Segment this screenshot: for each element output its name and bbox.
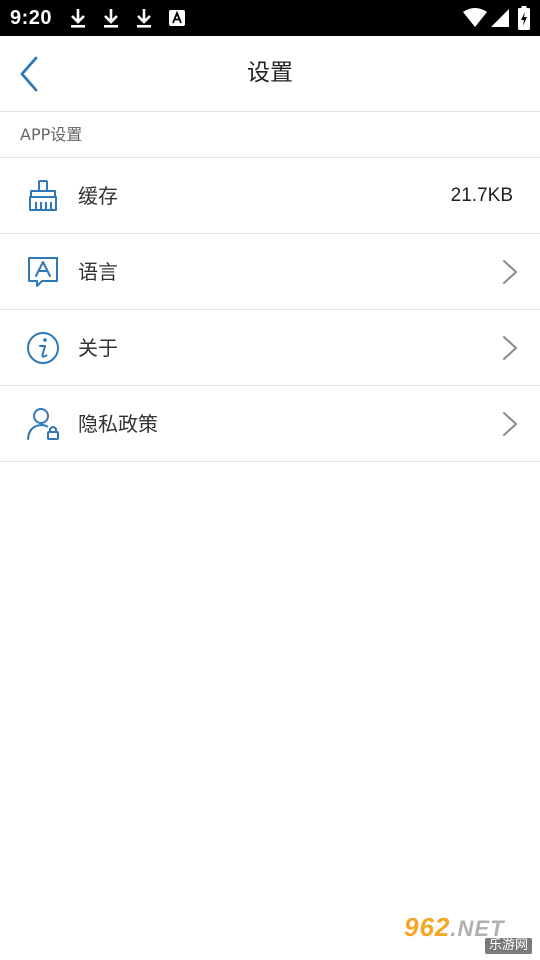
settings-row-cache[interactable]: 缓存 21.7KB <box>0 158 540 234</box>
settings-row-privacy-policy[interactable]: 隐私政策 <box>0 386 540 462</box>
watermark-brand: 962 <box>404 912 451 942</box>
section-label: APP设置 <box>20 125 83 144</box>
broom-icon <box>29 180 57 211</box>
status-bar: 9:20 <box>0 0 540 36</box>
download-icon <box>104 9 118 28</box>
settings-row-label: 缓存 <box>78 184 118 208</box>
settings-row-label: 关于 <box>78 336 118 360</box>
chevron-right-icon <box>503 412 517 436</box>
settings-row-label: 语言 <box>78 260 118 284</box>
settings-row-language[interactable]: 语言 <box>0 234 540 310</box>
section-header: APP设置 <box>0 112 540 158</box>
settings-row-label: 隐私政策 <box>78 412 158 436</box>
settings-row-about[interactable]: 关于 <box>0 310 540 386</box>
status-time: 9:20 <box>10 7 53 29</box>
user-lock-icon <box>27 408 59 440</box>
battery-charging-icon <box>518 6 530 30</box>
download-icon <box>137 9 151 28</box>
chevron-right-icon <box>503 260 517 284</box>
watermark-logo: 962.NET 乐游网 <box>404 912 534 956</box>
chevron-right-icon <box>503 336 517 360</box>
signal-icon <box>491 9 509 27</box>
download-icon <box>71 9 85 28</box>
wifi-icon <box>463 8 487 27</box>
font-app-icon <box>169 10 185 26</box>
app-header: 设置 <box>0 36 540 112</box>
language-icon <box>28 257 58 287</box>
info-icon <box>27 332 59 364</box>
page-title: 设置 <box>247 60 293 86</box>
cache-size-value: 21.7KB <box>450 185 513 206</box>
watermark-sub: 乐游网 <box>484 938 532 954</box>
